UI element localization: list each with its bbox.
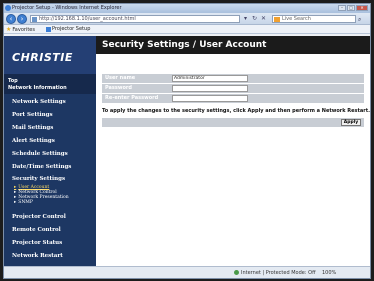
tab-projector-setup[interactable]: Projector Setup — [46, 26, 90, 32]
page-icon — [46, 26, 51, 32]
reenter-password-field[interactable] — [172, 95, 248, 102]
window-controls: – □ ✕ — [338, 5, 368, 11]
maximize-button[interactable]: □ — [347, 5, 355, 11]
page-content: CHRISTIE Top Network Information Network… — [4, 36, 370, 266]
title-bar: Projector Setup - Windows Internet Explo… — [4, 4, 370, 13]
search-placeholder: Live Search — [282, 16, 311, 22]
favorites-button[interactable]: ★ Favorites — [6, 26, 35, 33]
password-field[interactable] — [172, 85, 248, 92]
top-link-line2: Network Information — [8, 85, 67, 91]
sidebar-top-link[interactable]: Top Network Information — [4, 74, 96, 94]
navigation-bar: ‹ › http://192.168.1.10/user_account.htm… — [4, 13, 370, 25]
security-submenu: ▸ User Account ▸ Network Control ▸ Network … — [4, 185, 96, 211]
arrow-icon: ▸ — [14, 200, 17, 205]
user-name-field[interactable] — [172, 75, 248, 82]
search-icon[interactable]: ⌕ — [358, 16, 361, 24]
password-label: Password — [105, 85, 132, 91]
subitem-snmp[interactable]: ▸ SNMP — [14, 200, 96, 205]
reenter-password-label: Re-enter Password — [105, 95, 159, 101]
sidebar-item-port-settings[interactable]: Port Settings — [4, 109, 96, 122]
sidebar-item-schedule-settings[interactable]: Schedule Settings — [4, 148, 96, 161]
subitem-label: SNMP — [18, 200, 33, 205]
dropdown-icon[interactable]: ▾ — [242, 15, 249, 22]
sidebar-item-remote-control[interactable]: Remote Control — [4, 224, 96, 237]
main-panel: Security Settings / User Account User na… — [96, 36, 370, 266]
apply-button[interactable]: Apply — [341, 119, 361, 126]
logo-area: CHRISTIE — [4, 36, 96, 74]
user-name-row: User name — [102, 74, 364, 83]
search-provider-icon — [274, 17, 280, 22]
sidebar: CHRISTIE Top Network Information Network… — [4, 36, 96, 266]
user-name-label: User name — [105, 75, 136, 81]
minimize-button[interactable]: – — [338, 5, 346, 11]
search-input[interactable]: Live Search — [272, 15, 356, 23]
page-title: Security Settings / User Account — [102, 40, 267, 50]
address-bar[interactable]: http://192.168.1.10/user_account.html — [30, 15, 240, 23]
window-title: Projector Setup - Windows Internet Explo… — [12, 5, 122, 11]
tab-label: Projector Setup — [52, 26, 91, 32]
sidebar-item-date-time-settings[interactable]: Date/Time Settings — [4, 161, 96, 174]
browser-window: Projector Setup - Windows Internet Explo… — [3, 3, 371, 279]
globe-icon — [234, 270, 239, 275]
logo: CHRISTIE — [12, 51, 73, 64]
favorites-label: Favorites — [12, 26, 35, 33]
page-header: Security Settings / User Account — [96, 36, 370, 54]
browser-icon — [5, 5, 11, 11]
sidebar-item-security-settings[interactable]: Security Settings — [4, 174, 96, 185]
forward-button[interactable]: › — [17, 14, 27, 24]
refresh-icon[interactable]: ↻ — [251, 15, 258, 22]
stop-icon[interactable]: ✕ — [260, 15, 267, 22]
security-zone: Internet | Protected Mode: Off — [234, 270, 316, 276]
sidebar-item-network-restart[interactable]: Network Restart — [4, 250, 96, 263]
apply-note: To apply the changes to the security set… — [102, 108, 371, 114]
sidebar-item-network-settings[interactable]: Network Settings — [4, 96, 96, 109]
sidebar-item-alert-settings[interactable]: Alert Settings — [4, 135, 96, 148]
sidebar-item-mail-settings[interactable]: Mail Settings — [4, 122, 96, 135]
star-icon: ★ — [6, 26, 12, 33]
favorites-bar: ★ Favorites Projector Setup — [4, 25, 370, 34]
zone-text: Internet | Protected Mode: Off — [241, 270, 316, 276]
apply-bar: Apply — [102, 118, 364, 127]
address-actions: ▾ ↻ ✕ — [242, 15, 267, 22]
sidebar-item-projector-status[interactable]: Projector Status — [4, 237, 96, 250]
password-row: Password — [102, 84, 364, 93]
user-account-form: User name Password Re-enter Password To … — [102, 74, 371, 127]
back-button[interactable]: ‹ — [6, 14, 16, 24]
reenter-password-row: Re-enter Password — [102, 94, 364, 103]
status-bar: Internet | Protected Mode: Off 100% — [4, 266, 370, 278]
sidebar-menu: Network Settings Port Settings Mail Sett… — [4, 96, 96, 263]
zoom-level[interactable]: 100% — [322, 270, 336, 276]
top-link-line1: Top — [8, 78, 18, 84]
page-icon — [32, 17, 37, 22]
sidebar-item-projector-control[interactable]: Projector Control — [4, 211, 96, 224]
close-button[interactable]: ✕ — [356, 5, 368, 11]
address-text: http://192.168.1.10/user_account.html — [39, 16, 136, 22]
